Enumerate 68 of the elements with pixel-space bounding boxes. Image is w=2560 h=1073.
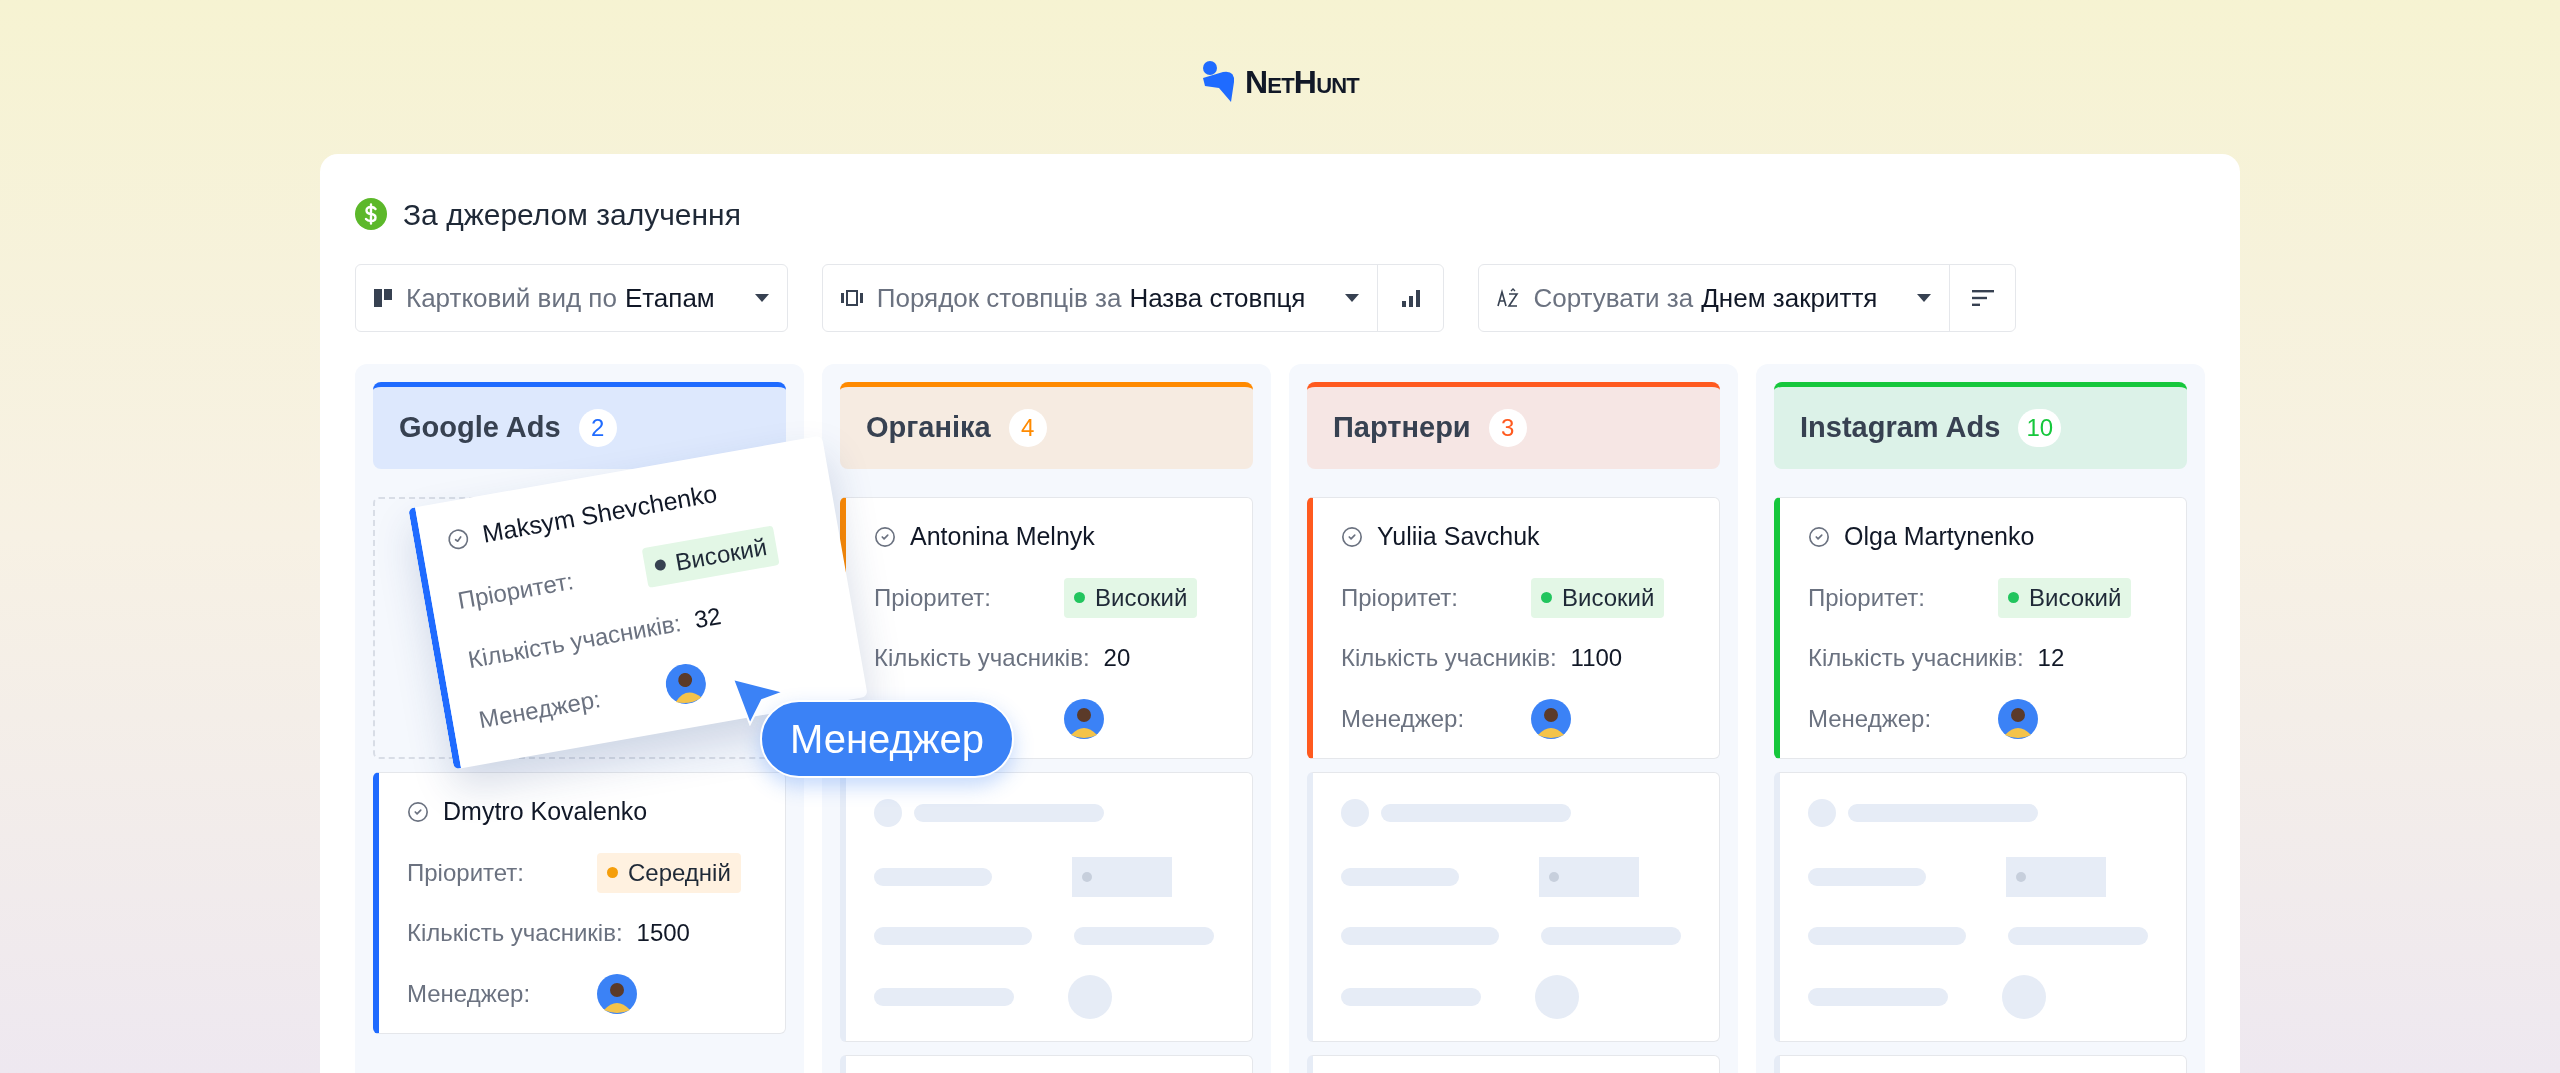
control-value: Етапам [624,281,715,315]
priority-badge: Високий [1064,577,1198,618]
priority-badge: Високий [641,524,780,588]
field-label: Пріоритет: [454,565,577,616]
count-badge: 10 [2018,409,2062,447]
check-circle-icon [407,800,429,823]
check-circle-icon [1341,525,1363,548]
deal-name: Olga Martynenko [1844,521,2035,552]
control-label: Картковий вид по [406,281,617,315]
priority-badge: Високий [1531,577,1665,618]
caret-icon [754,294,769,302]
check-circle-icon [445,526,471,552]
dollar-icon [355,198,387,230]
field-label: Пріоритет: [1808,582,1926,613]
columns-icon [840,290,863,306]
field-value: 1500 [636,917,690,948]
deal-card[interactable]: Olga Martynenko Пріоритет: Високий Кількість учасників: 12 Менеджер: [1774,497,2187,759]
check-circle-icon [874,525,896,548]
avatar [597,973,637,1014]
deal-name: Dmytro Kovalenko [443,796,648,827]
count-badge: 4 [1008,409,1047,447]
field-label: Менеджер: [475,683,604,735]
sort-az-icon [1497,288,1520,308]
sort-lines-icon [1971,290,1994,306]
column-title: Instagram Ads [1800,410,2001,446]
priority-badge: Високий [1998,577,2132,618]
deal-card[interactable]: Dmytro Kovalenko Пріоритет: Середній Кількість учасників: 1500 Менеджер: [373,772,786,1034]
field-label: Кількість учасників: [407,917,623,948]
toolbar-control[interactable]: Картковий вид по Етапам [355,264,788,332]
field-label: Кількість учасників: [1808,642,2024,673]
board-title: За джерелом залучення [403,196,741,233]
field-label: Кількість учасників: [1341,642,1557,673]
count-badge: 2 [578,409,617,447]
caret-icon [1917,294,1932,302]
column-title: Органіка [866,410,991,446]
toolbar-control[interactable]: Порядок стовпців за Назва стовпця [821,264,1445,332]
toolbar-control[interactable]: Сортувати за Днем закриття [1478,264,2017,332]
logo-icon [1201,60,1237,104]
avatar [1531,698,1571,739]
control-value: Назва стовпця [1129,281,1306,315]
field-label: Пріоритет: [874,582,992,613]
tooltip: Менеджер [760,700,1015,778]
field-value: 32 [691,600,724,635]
avatar [1064,698,1104,739]
deal-name: Yuliia Savchuk [1377,521,1540,552]
control-value: Днем закриття [1701,281,1878,315]
field-value: 20 [1103,642,1131,673]
priority-badge: Середній [597,852,741,893]
check-circle-icon [1808,525,1830,548]
field-label: Пріоритет: [1341,582,1459,613]
column-title: Партнери [1333,410,1471,446]
deal-name: Antonina Melnyk [910,521,1095,552]
deal-card[interactable]: Yuliia Savchuk Пріоритет: Високий Кількість учасників: 1100 Менеджер: [1307,497,1720,759]
field-value: 12 [2037,642,2065,673]
bar-chart-icon [1401,289,1420,307]
count-badge: 3 [1488,409,1527,447]
field-label: Менеджер: [1341,703,1465,734]
control-label: Порядок стовпців за [876,281,1122,315]
field-label: Пріоритет: [407,857,525,888]
field-value: 1100 [1570,642,1623,673]
field-label: Кількість учасників: [874,642,1090,673]
avatar [1998,698,2038,739]
field-label: Менеджер: [1808,703,1932,734]
board-icon [374,289,392,307]
logo-text: NetHunt [1245,63,1359,102]
control-label: Сортувати за [1533,281,1694,315]
field-label: Менеджер: [407,978,531,1009]
caret-icon [1345,294,1360,302]
